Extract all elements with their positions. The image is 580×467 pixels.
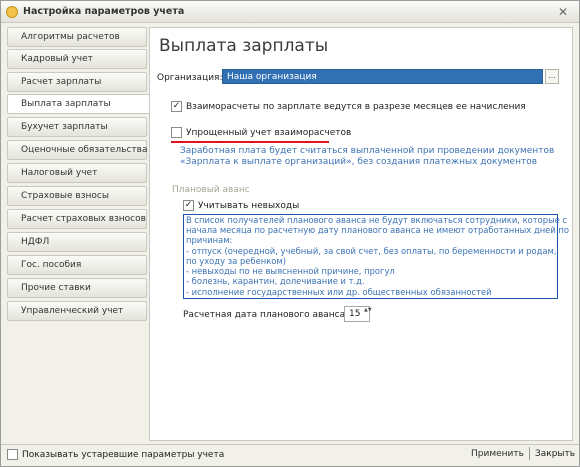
sidebar-item-benefits[interactable]: Гос. пособия [7,255,147,275]
settings-panel: Выплата зарплаты Организация: Наша орган… [149,27,573,441]
mutual-settlements-label: Взаиморасчеты по зарплате ведутся в разр… [186,101,526,112]
sidebar-item-tax[interactable]: Налоговый учет [7,163,147,183]
absences-hint-line: причинам: [186,235,233,245]
sidebar-item-payroll-calc[interactable]: Расчет зарплаты [7,72,147,92]
window-title: Настройка параметров учета [23,6,185,17]
advance-date-label: Расчетная дата планового аванса: [183,310,349,320]
sidebar-item-insurance-calc[interactable]: Расчет страховых взносов [7,209,147,229]
sidebar-item-insurance[interactable]: Страховые взносы [7,186,147,206]
absences-label: Учитывать невыходы [198,200,300,211]
simplified-hint-2: «Зарплата к выплате организаций», без со… [180,157,538,167]
sidebar-item-other-rates[interactable]: Прочие ставки [7,278,147,298]
settings-sidebar: Алгоритмы расчетов Кадровый учет Расчет … [7,27,151,441]
mutual-settlements-row: ✓ Взаиморасчеты по зарплате ведутся в ра… [171,101,526,112]
organization-field[interactable]: Наша организация [222,69,543,84]
organization-select-button[interactable]: ... [545,69,559,84]
page-title: Выплата зарплаты [159,36,329,56]
close-icon[interactable]: ✕ [555,4,571,20]
simplified-label: Упрощенный учет взаиморасчетов [186,127,352,138]
absences-checkbox[interactable]: ✓ [183,200,194,211]
title-bar: Настройка параметров учета ✕ [1,1,579,23]
absences-hint-line: В список получателей планового аванса не… [186,215,568,225]
show-obsolete-label: Показывать устаревшие параметры учета [22,449,225,460]
simplified-checkbox[interactable] [171,127,182,138]
simplified-hint-1: Заработная плата будет считаться выплаче… [180,146,555,156]
close-button[interactable]: Закрыть [535,449,575,459]
apply-button[interactable]: Применить [471,449,524,459]
footer-divider [529,447,530,460]
sidebar-item-algorithms[interactable]: Алгоритмы расчетов [7,27,147,47]
absences-hint-line: по уходу за ребенком) [186,256,286,266]
advance-section-title: Плановый аванс [172,185,250,195]
sidebar-item-hr[interactable]: Кадровый учет [7,49,147,69]
sidebar-item-accounting[interactable]: Бухучет зарплаты [7,117,147,137]
absences-hint-box: В список получателей планового аванса не… [183,214,569,299]
absences-hint-line: - исполнение государственных или др. общ… [186,287,492,297]
absences-hint-line: - невыходы по не выясненной причине, про… [186,266,395,276]
show-obsolete-checkbox[interactable] [7,449,18,460]
settings-window: Настройка параметров учета ✕ Алгоритмы р… [0,0,580,467]
sidebar-item-management[interactable]: Управленческий учет [7,301,147,321]
organization-label: Организация: [157,73,223,83]
simplified-row: Упрощенный учет взаиморасчетов [171,127,351,138]
sidebar-item-estimated-liabilities[interactable]: Оценочные обязательства [7,140,147,160]
absences-hint-line: - болезнь, карантин, долечивание и т.д. [186,276,365,286]
sidebar-item-salary-payment[interactable]: Выплата зарплаты [7,94,151,114]
mutual-settlements-checkbox[interactable]: ✓ [171,101,182,112]
show-obsolete-row: Показывать устаревшие параметры учета [7,449,224,460]
absences-hint-line: начала месяца по расчетную дату плановог… [186,225,570,235]
absences-row: ✓ Учитывать невыходы [183,200,299,211]
advance-date-spin-icon[interactable]: ▲▼ [364,307,372,314]
app-icon [6,6,18,18]
absences-hint-line: - отпуск (очередной, учебный, за свой сч… [186,246,557,256]
sidebar-item-ndfl[interactable]: НДФЛ [7,232,147,252]
highlight-underline [171,141,329,143]
